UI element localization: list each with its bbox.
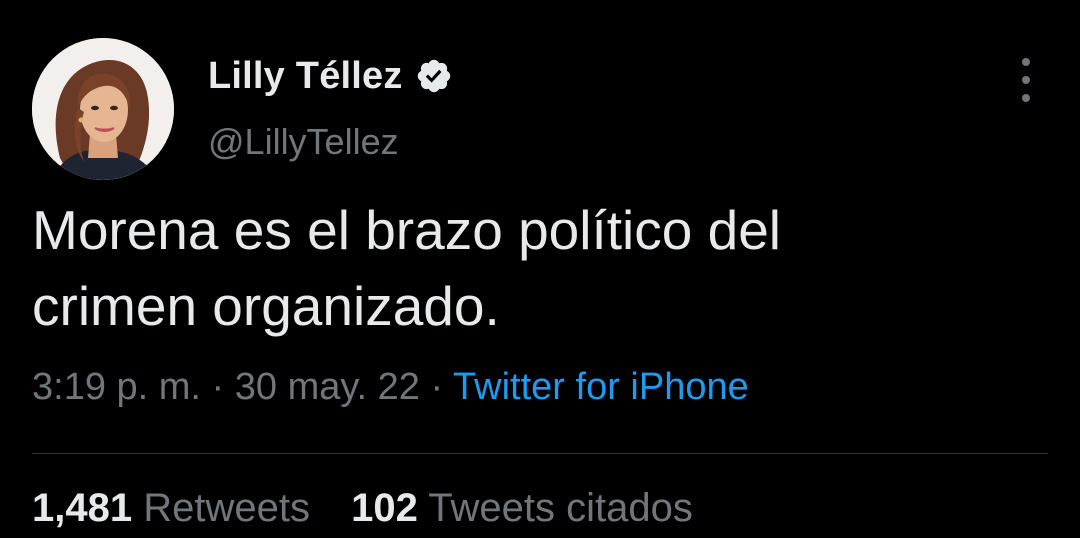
meta-separator: · <box>430 366 444 408</box>
avatar[interactable] <box>32 38 174 180</box>
meta-separator: · <box>211 366 225 408</box>
tweet-stats: 1,481 Retweets 102 Tweets citados <box>32 486 693 531</box>
tweet-text: Morena es el brazo político del crimen o… <box>32 192 1032 344</box>
tweet-text-line: crimen organizado. <box>32 275 500 337</box>
quote-tweets-count: 102 <box>351 486 418 530</box>
author-name-row: Lilly Téllez <box>208 52 453 100</box>
quote-tweets-label: Tweets citados <box>428 486 693 530</box>
tweet-detail: Lilly Téllez @LillyTellez Morena es el b… <box>0 0 1080 538</box>
tweet-meta: 3:19 p. m. · 30 may. 22 · Twitter for iP… <box>32 366 749 409</box>
divider <box>32 453 1048 454</box>
tweet-time[interactable]: 3:19 p. m. <box>32 366 201 408</box>
more-dot <box>1022 76 1030 84</box>
tweet-date[interactable]: 30 may. 22 <box>235 366 420 408</box>
tweet-source-link[interactable]: Twitter for iPhone <box>453 366 749 408</box>
more-dot <box>1022 58 1030 66</box>
retweets-count: 1,481 <box>32 486 133 530</box>
retweets-stat[interactable]: 1,481 Retweets <box>32 486 321 530</box>
quote-tweets-stat[interactable]: 102 Tweets citados <box>351 486 693 530</box>
author-handle[interactable]: @LillyTellez <box>208 121 399 163</box>
retweets-label: Retweets <box>143 486 310 530</box>
verified-badge-icon <box>417 59 450 93</box>
tweet-text-line: Morena es el brazo político del <box>32 199 782 261</box>
more-options-icon[interactable] <box>1008 58 1044 102</box>
more-dot <box>1022 94 1030 102</box>
profile-photo-icon <box>32 38 174 180</box>
author-display-name[interactable]: Lilly Téllez <box>208 55 403 98</box>
